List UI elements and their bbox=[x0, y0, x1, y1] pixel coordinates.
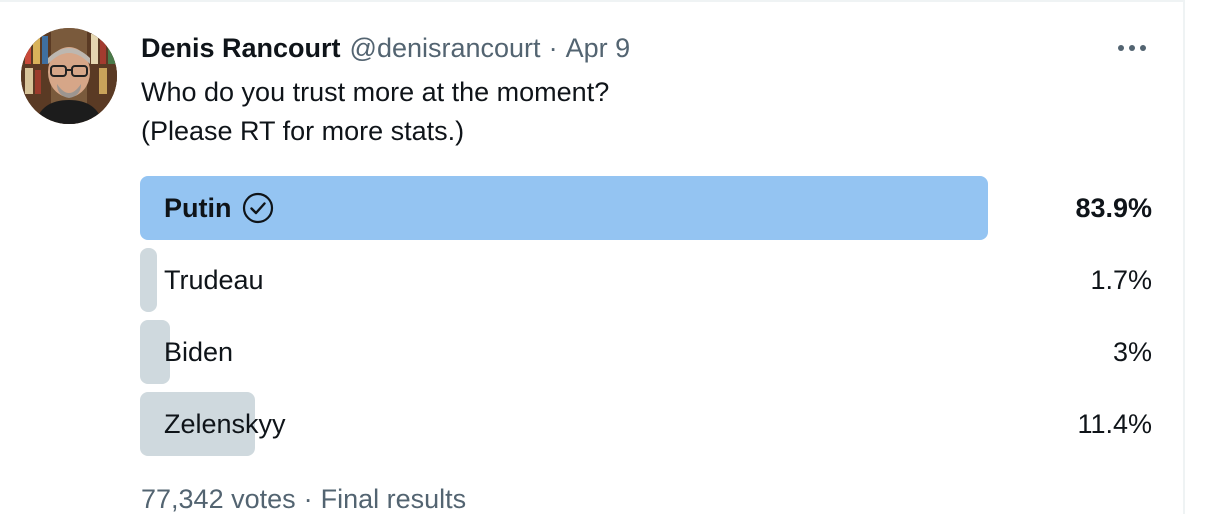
header-separator: · bbox=[548, 33, 558, 63]
poll-option-percent: 83.9% bbox=[1075, 192, 1152, 223]
tweet-text: Who do you trust more at the moment? (Pl… bbox=[141, 73, 609, 151]
avatar[interactable] bbox=[21, 28, 117, 124]
poll-status: Final results bbox=[320, 484, 467, 514]
tweet-header: Denis Rancourt @denisrancourt · Apr 9 bbox=[141, 31, 630, 65]
poll-bar bbox=[140, 248, 157, 312]
poll-footer: 77,342 votes · Final results bbox=[141, 482, 466, 516]
check-circle-icon bbox=[242, 192, 274, 224]
tweet-text-line: Who do you trust more at the moment? bbox=[141, 77, 610, 107]
poll-option-text: Biden bbox=[164, 336, 234, 367]
poll-footer-separator: · bbox=[303, 484, 313, 514]
poll-option-text: Zelenskyy bbox=[164, 408, 286, 439]
tweet-date[interactable]: Apr 9 bbox=[566, 31, 631, 65]
poll-option-text: Trudeau bbox=[164, 264, 264, 295]
more-horizontal-icon bbox=[1118, 45, 1146, 51]
poll-option-text: Putin bbox=[164, 192, 232, 223]
poll-option-label: Biden bbox=[164, 320, 233, 384]
author-handle[interactable]: @denisrancourt bbox=[350, 31, 541, 65]
poll-vote-count: 77,342 votes bbox=[141, 484, 296, 514]
poll-option-percent: 3% bbox=[1112, 336, 1152, 367]
top-divider bbox=[0, 0, 1184, 2]
poll-option-trudeau: Trudeau 1.7% bbox=[140, 248, 1154, 312]
poll-option-label: Zelenskyy bbox=[164, 392, 286, 456]
poll-option-percent: 11.4% bbox=[1077, 408, 1152, 439]
tweet-text-line: (Please RT for more stats.) bbox=[141, 116, 465, 146]
avatar-image bbox=[21, 28, 117, 124]
author-name[interactable]: Denis Rancourt bbox=[141, 31, 341, 65]
poll-option-zelenskyy: Zelenskyy 11.4% bbox=[140, 392, 1154, 456]
poll-option-label: Putin bbox=[164, 176, 274, 240]
more-options-button[interactable] bbox=[1110, 32, 1154, 64]
poll-option-putin: Putin 83.9% bbox=[140, 176, 1154, 240]
poll: Putin 83.9% Trudeau 1.7% Biden 3% Zelens… bbox=[140, 176, 1154, 464]
poll-option-percent: 1.7% bbox=[1090, 264, 1152, 295]
poll-option-label: Trudeau bbox=[164, 248, 264, 312]
right-divider bbox=[1183, 0, 1185, 514]
poll-option-biden: Biden 3% bbox=[140, 320, 1154, 384]
